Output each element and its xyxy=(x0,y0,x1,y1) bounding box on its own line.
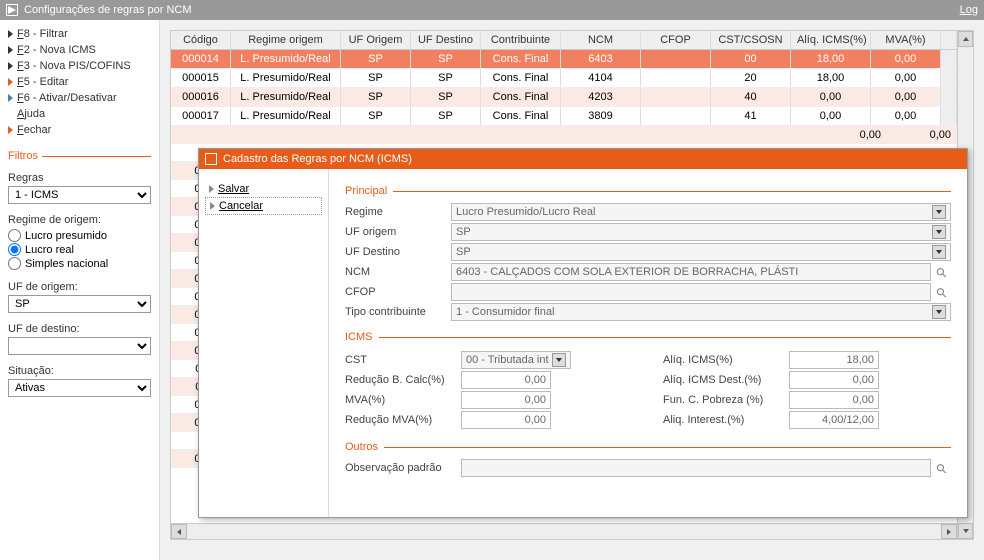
menu-item[interactable]: Ajuda xyxy=(8,106,151,122)
outros-header: Outros xyxy=(345,441,378,453)
column-header[interactable]: Contribuinte xyxy=(481,31,561,49)
uf-destino-field[interactable]: SP xyxy=(451,243,951,261)
menu-item[interactable]: F2 - Nova ICMS xyxy=(8,42,151,58)
regime-radio[interactable] xyxy=(8,243,21,256)
principal-header: Principal xyxy=(345,185,387,197)
dialog-titlebar: Cadastro das Regras por NCM (ICMS) xyxy=(199,149,967,169)
column-header[interactable]: Regime origem xyxy=(231,31,341,49)
column-header[interactable]: NCM xyxy=(561,31,641,49)
search-icon[interactable] xyxy=(937,265,951,279)
log-link[interactable]: Log xyxy=(960,4,978,16)
table-row[interactable]: 0,000,00 xyxy=(171,126,973,144)
aliq-icms-dest-field[interactable]: 0,00 xyxy=(789,371,879,389)
sidebar: F8 - FiltrarF2 - Nova ICMSF3 - Nova PIS/… xyxy=(0,20,160,560)
scroll-up-icon[interactable] xyxy=(958,31,973,47)
cancelar-button[interactable]: Cancelar xyxy=(205,197,322,215)
uf-origem-field[interactable]: SP xyxy=(451,223,951,241)
regras-select[interactable]: 1 - ICMS xyxy=(8,186,151,204)
table-row[interactable]: 000017L. Presumido/RealSPSPCons. Final38… xyxy=(171,107,973,126)
triangle-icon xyxy=(8,78,13,86)
column-header[interactable]: UF Origem xyxy=(341,31,411,49)
uf-origem-label: UF de origem: xyxy=(8,281,151,293)
menu-item[interactable]: F3 - Nova PIS/COFINS xyxy=(8,58,151,74)
app-icon xyxy=(6,4,18,16)
regime-label: Regime de origem: xyxy=(8,214,151,226)
chevron-down-icon[interactable] xyxy=(932,305,946,319)
search-icon[interactable] xyxy=(937,285,951,299)
regime-radio[interactable] xyxy=(8,229,21,242)
chevron-down-icon[interactable] xyxy=(932,245,946,259)
triangle-icon xyxy=(8,94,13,102)
triangle-icon xyxy=(8,46,13,54)
cfop-field[interactable] xyxy=(451,283,931,301)
table-row[interactable]: 000016L. Presumido/RealSPSPCons. Final42… xyxy=(171,88,973,107)
aliq-interest-field[interactable]: 4,00/12,00 xyxy=(789,411,879,429)
grid-header: CódigoRegime origemUF OrigemUF DestinoCo… xyxy=(171,31,973,50)
chevron-down-icon[interactable] xyxy=(932,205,946,219)
column-header[interactable]: CFOP xyxy=(641,31,711,49)
uf-destino-select[interactable] xyxy=(8,337,151,355)
scroll-down-icon[interactable] xyxy=(958,523,973,539)
dialog-sidebar: Salvar Cancelar xyxy=(199,169,329,517)
menu-item[interactable]: Fechar xyxy=(8,122,151,138)
menu-item[interactable]: F5 - Editar xyxy=(8,74,151,90)
window-title: Configurações de regras por NCM xyxy=(24,4,192,16)
ncm-rule-dialog: Cadastro das Regras por NCM (ICMS) Salva… xyxy=(198,148,968,518)
mva-field[interactable]: 0,00 xyxy=(461,391,551,409)
fcp-field[interactable]: 0,00 xyxy=(789,391,879,409)
regime-field[interactable]: Lucro Presumido/Lucro Real xyxy=(451,203,951,221)
observacao-field[interactable] xyxy=(461,459,931,477)
column-header[interactable]: MVA(%) xyxy=(871,31,941,49)
cst-field[interactable]: 00 - Tributada int xyxy=(461,351,571,369)
filters-header: Filtros xyxy=(8,150,151,162)
reducao-bc-field[interactable]: 0,00 xyxy=(461,371,551,389)
uf-destino-label: UF de destino: xyxy=(8,323,151,335)
table-row[interactable]: 000015L. Presumido/RealSPSPCons. Final41… xyxy=(171,69,973,88)
triangle-icon xyxy=(8,126,13,134)
icms-header: ICMS xyxy=(345,331,373,343)
regras-label: Regras xyxy=(8,172,151,184)
menu-item[interactable]: F6 - Ativar/Desativar xyxy=(8,90,151,106)
dialog-form: Principal RegimeLucro Presumido/Lucro Re… xyxy=(329,169,967,517)
uf-origem-select[interactable]: SP xyxy=(8,295,151,313)
salvar-button[interactable]: Salvar xyxy=(205,181,322,197)
ncm-field[interactable]: 6403 - CALÇADOS COM SOLA EXTERIOR DE BOR… xyxy=(451,263,931,281)
content-area: CódigoRegime origemUF OrigemUF DestinoCo… xyxy=(160,20,984,560)
triangle-icon xyxy=(8,30,13,38)
chevron-down-icon[interactable] xyxy=(552,353,566,367)
triangle-icon xyxy=(8,62,13,70)
dialog-title: Cadastro das Regras por NCM (ICMS) xyxy=(223,153,412,165)
table-row[interactable]: 000014L. Presumido/RealSPSPCons. Final64… xyxy=(171,50,973,69)
column-header[interactable]: Código xyxy=(171,31,231,49)
situacao-label: Situação: xyxy=(8,365,151,377)
reducao-mva-field[interactable]: 0,00 xyxy=(461,411,551,429)
column-header[interactable]: UF Destino xyxy=(411,31,481,49)
scroll-left-icon[interactable] xyxy=(171,524,187,539)
dialog-icon xyxy=(205,153,217,165)
search-icon[interactable] xyxy=(937,461,951,475)
scroll-right-icon[interactable] xyxy=(941,524,957,539)
menu-item[interactable]: F8 - Filtrar xyxy=(8,26,151,42)
situacao-select[interactable]: Ativas xyxy=(8,379,151,397)
column-header[interactable]: CST/CSOSN xyxy=(711,31,791,49)
chevron-down-icon[interactable] xyxy=(932,225,946,239)
column-header[interactable]: Alíq. ICMS(%) xyxy=(791,31,871,49)
grid-body[interactable]: 000014L. Presumido/RealSPSPCons. Final64… xyxy=(171,50,973,126)
window-titlebar: Configurações de regras por NCM Log xyxy=(0,0,984,20)
aliq-icms-field[interactable]: 18,00 xyxy=(789,351,879,369)
regime-radio[interactable] xyxy=(8,257,21,270)
horizontal-scrollbar[interactable] xyxy=(171,523,957,539)
tipo-contribuinte-field[interactable]: 1 - Consumidor final xyxy=(451,303,951,321)
